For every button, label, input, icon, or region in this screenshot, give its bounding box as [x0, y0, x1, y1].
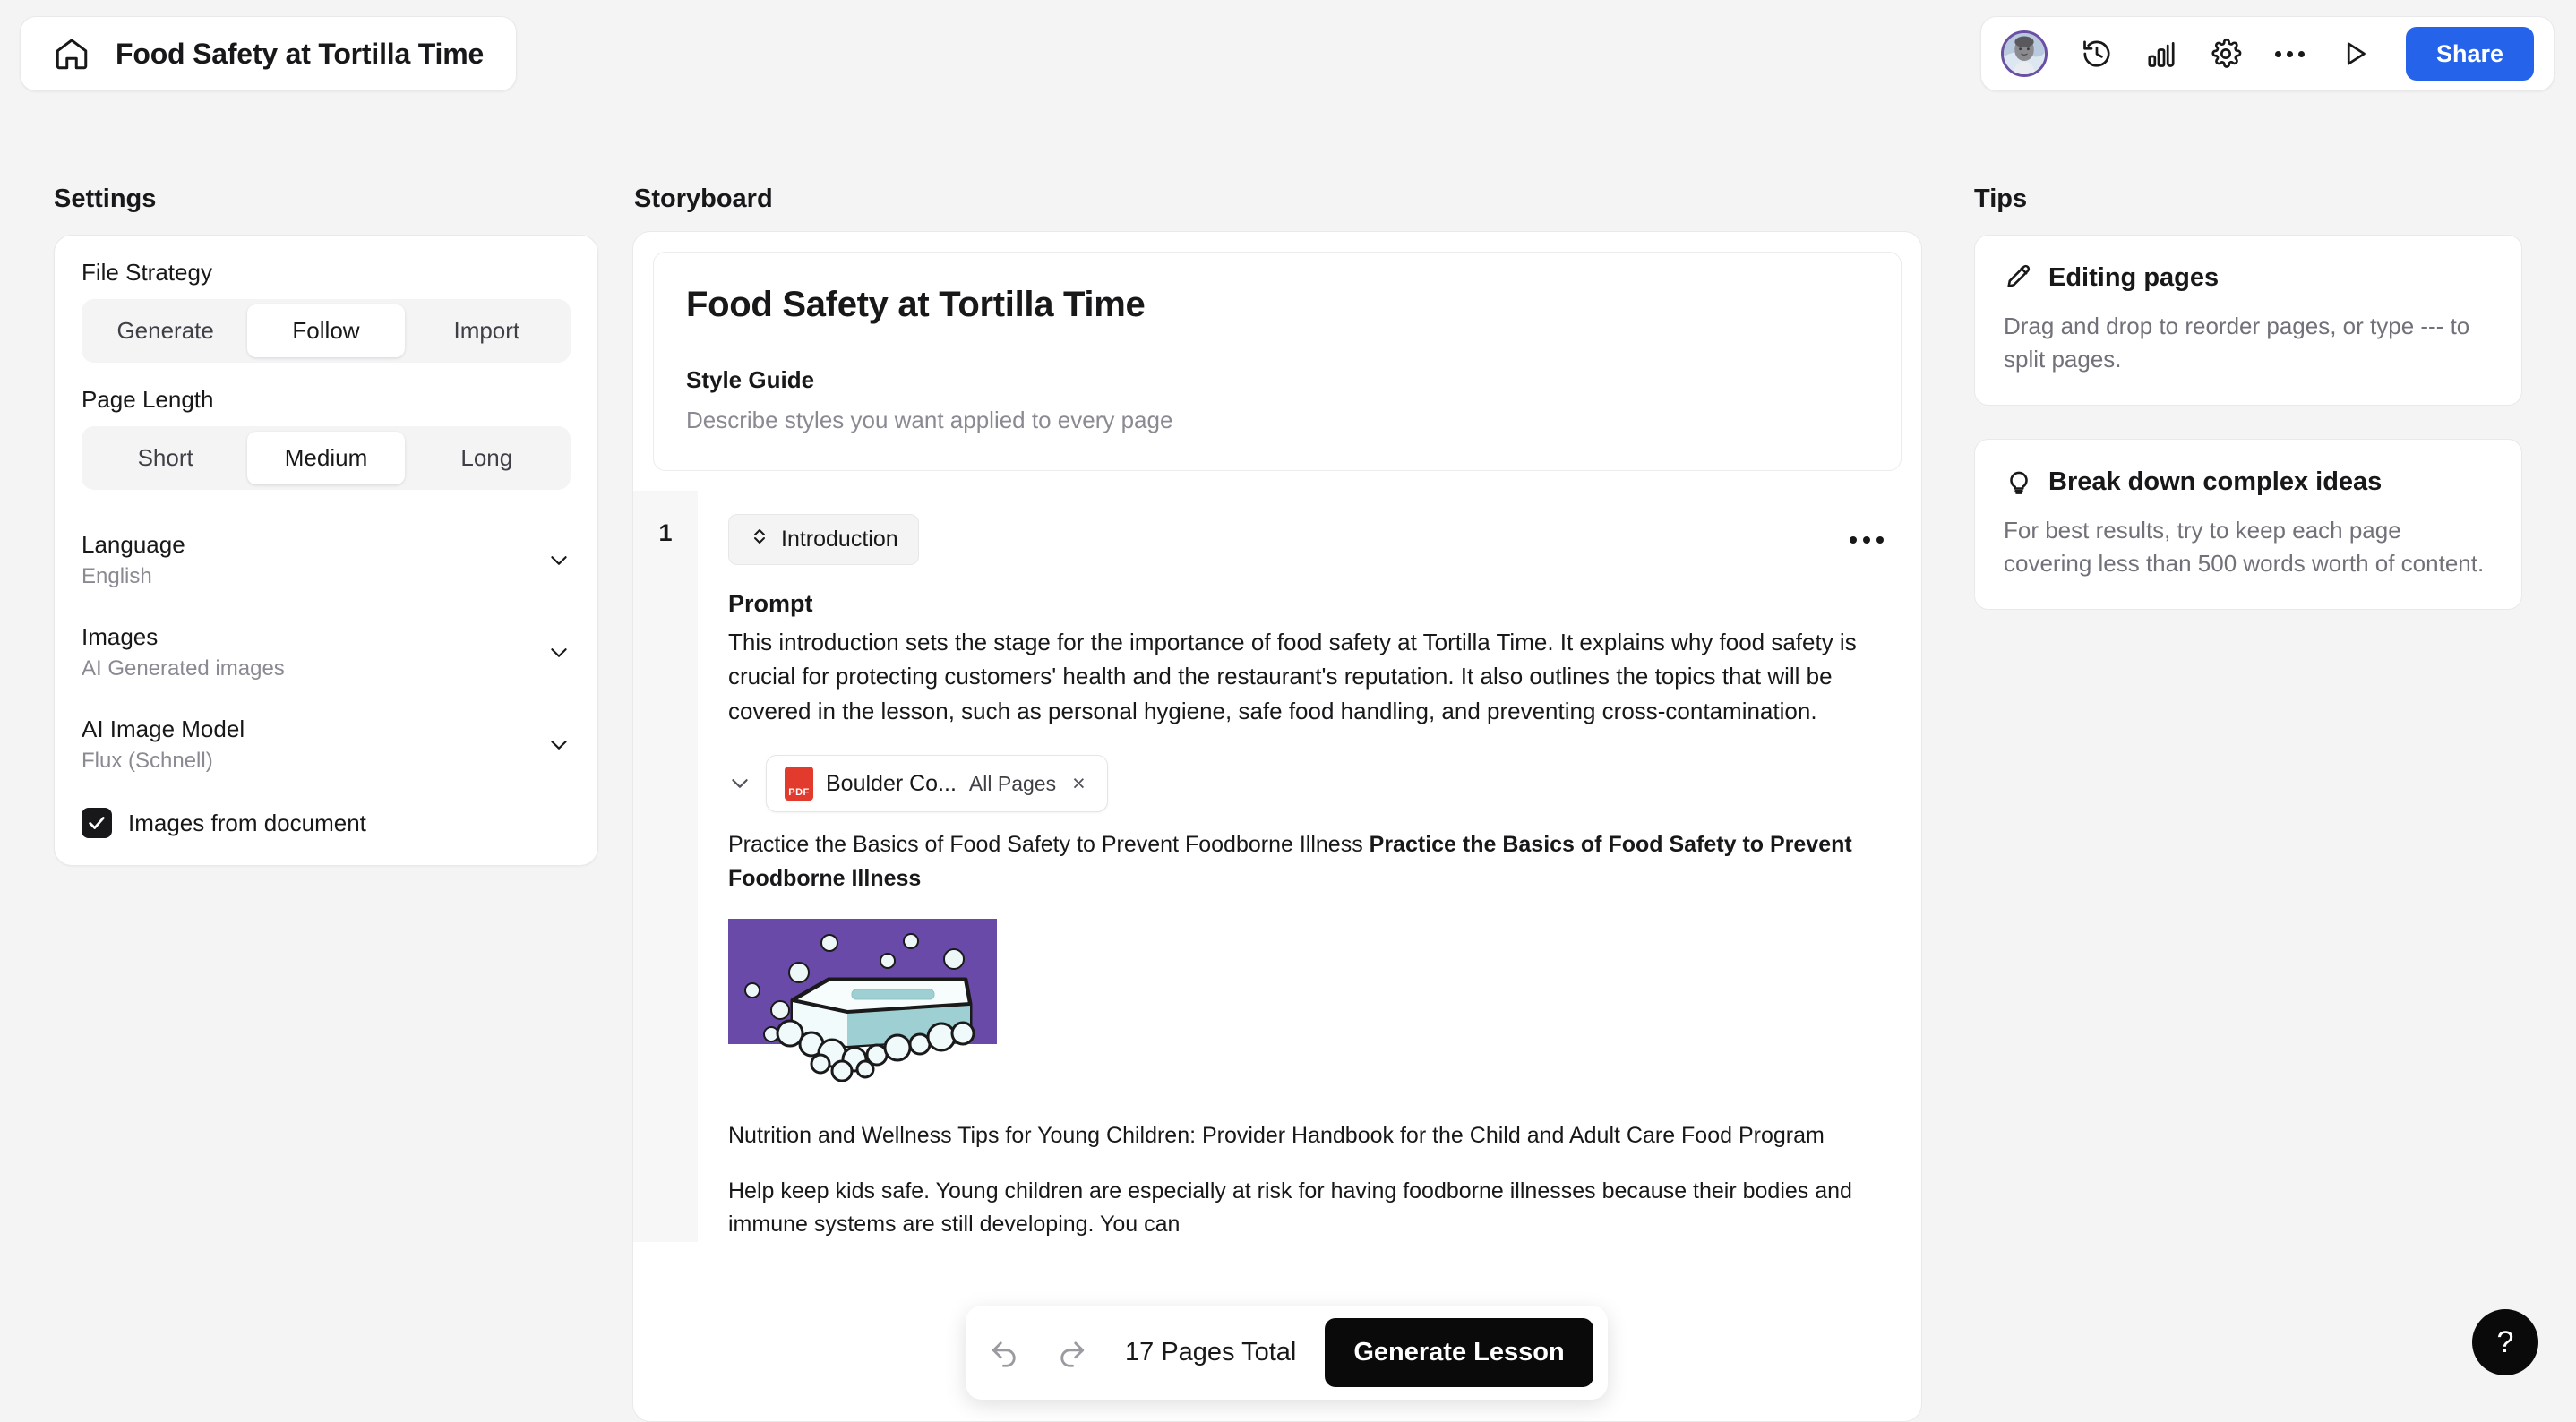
home-icon[interactable]: [53, 35, 90, 73]
ai-image-model-select[interactable]: AI Image Model Flux (Schnell): [82, 698, 571, 790]
chevron-up-down-icon: [749, 526, 770, 553]
images-select[interactable]: Images AI Generated images: [82, 605, 571, 698]
language-select[interactable]: Language English: [82, 513, 571, 605]
file-strategy-segmented[interactable]: Generate Follow Import: [82, 299, 571, 363]
tip-card-editing-pages: Editing pages Drag and drop to reorder p…: [1974, 235, 2522, 406]
top-bar: Food Safety at Tortilla Time: [0, 0, 2576, 125]
storyboard-page-1: 1 Introduction Prompt This introduction …: [633, 491, 1921, 1242]
language-value: English: [82, 564, 185, 589]
ai-image-model-value: Flux (Schnell): [82, 749, 245, 774]
attached-file-chip[interactable]: PDF Boulder Co... All Pages ×: [766, 755, 1108, 812]
close-icon[interactable]: ×: [1069, 771, 1089, 797]
images-from-document-label: Images from document: [128, 810, 366, 837]
page-length-segmented[interactable]: Short Medium Long: [82, 426, 571, 490]
page-content: Introduction Prompt This introduction se…: [698, 491, 1921, 1242]
page-type-label: Introduction: [781, 527, 898, 553]
ellipsis-icon: [2275, 51, 2305, 57]
attached-file-row: PDF Boulder Co... All Pages ×: [728, 755, 1891, 812]
more-options-button[interactable]: [2263, 26, 2318, 81]
share-button[interactable]: Share: [2406, 27, 2534, 81]
attached-file-name: Boulder Co...: [826, 771, 957, 797]
document-title-pill[interactable]: Food Safety at Tortilla Time: [20, 16, 517, 91]
file-strategy-label: File Strategy: [82, 259, 571, 287]
file-strategy-option-generate[interactable]: Generate: [87, 304, 244, 357]
preview-button[interactable]: [2327, 26, 2383, 81]
avatar[interactable]: [2001, 30, 2048, 77]
images-value: AI Generated images: [82, 656, 285, 681]
tip-header: Break down complex ideas: [2004, 465, 2493, 500]
analytics-button[interactable]: [2134, 26, 2189, 81]
tip-body: For best results, try to keep each page …: [2004, 514, 2493, 580]
file-strategy-option-follow[interactable]: Follow: [247, 304, 404, 357]
pencil-icon: [2004, 261, 2034, 296]
images-from-document-checkbox[interactable]: [82, 808, 112, 838]
file-strategy-option-import[interactable]: Import: [408, 304, 565, 357]
page-header: Introduction: [728, 514, 1891, 565]
history-button[interactable]: [2069, 26, 2125, 81]
soap-bar-illustration: [728, 919, 997, 1082]
prompt-text[interactable]: This introduction sets the stage for the…: [728, 625, 1891, 728]
excerpt-plain-text: Practice the Basics of Food Safety to Pr…: [728, 832, 1370, 857]
storyboard-title: Food Safety at Tortilla Time: [686, 285, 1868, 325]
page-length-label: Page Length: [82, 386, 571, 414]
excerpt-heading: Practice the Basics of Food Safety to Pr…: [728, 828, 1891, 895]
lightbulb-icon: [2004, 465, 2034, 500]
tips-heading: Tips: [1974, 184, 2027, 214]
images-from-document-row[interactable]: Images from document: [82, 808, 571, 838]
ai-image-model-label: AI Image Model: [82, 715, 245, 743]
page-title: Food Safety at Tortilla Time: [116, 38, 484, 71]
page-count-label: 17 Pages Total: [1112, 1338, 1309, 1367]
undo-button[interactable]: [980, 1328, 1030, 1378]
chevron-down-icon[interactable]: [728, 772, 751, 795]
pdf-file-icon: PDF: [785, 767, 813, 801]
page-length-option-short[interactable]: Short: [87, 432, 244, 484]
images-label: Images: [82, 623, 285, 651]
help-button[interactable]: ?: [2472, 1309, 2538, 1375]
chevron-down-icon: [547, 641, 571, 664]
page-more-menu[interactable]: [1842, 524, 1891, 556]
style-guide-input[interactable]: Describe styles you want applied to ever…: [686, 407, 1868, 434]
attached-file-scope: All Pages: [969, 772, 1056, 796]
excerpt-secondary: Nutrition and Wellness Tips for Young Ch…: [728, 1119, 1891, 1153]
tip-header: Editing pages: [2004, 261, 2493, 296]
page-length-option-medium[interactable]: Medium: [247, 432, 404, 484]
chevron-down-icon: [547, 549, 571, 572]
settings-panel: File Strategy Generate Follow Import Pag…: [54, 235, 598, 866]
page-type-selector[interactable]: Introduction: [728, 514, 919, 565]
storyboard-panel: Food Safety at Tortilla Time Style Guide…: [632, 231, 1922, 1422]
chevron-down-icon: [547, 733, 571, 757]
page-length-option-long[interactable]: Long: [408, 432, 565, 484]
style-guide-card: Food Safety at Tortilla Time Style Guide…: [653, 252, 1902, 471]
settings-button[interactable]: [2198, 26, 2254, 81]
tip-body: Drag and drop to reorder pages, or type …: [2004, 310, 2493, 376]
storyboard-heading: Storyboard: [634, 184, 773, 214]
language-label: Language: [82, 531, 185, 559]
generate-lesson-button[interactable]: Generate Lesson: [1325, 1318, 1593, 1387]
settings-heading: Settings: [54, 184, 156, 214]
page-number: 1: [633, 491, 698, 1242]
redo-button[interactable]: [1046, 1328, 1096, 1378]
tip-card-break-down-ideas: Break down complex ideas For best result…: [1974, 439, 2522, 610]
style-guide-label: Style Guide: [686, 366, 1868, 394]
tip-title: Break down complex ideas: [2048, 467, 2382, 497]
tip-title: Editing pages: [2048, 263, 2219, 293]
excerpt-tertiary: Help keep kids safe. Young children are …: [728, 1175, 1891, 1242]
prompt-label: Prompt: [728, 590, 1891, 618]
floating-action-bar: 17 Pages Total Generate Lesson: [966, 1306, 1608, 1400]
toolbar: Share: [1980, 16, 2555, 91]
